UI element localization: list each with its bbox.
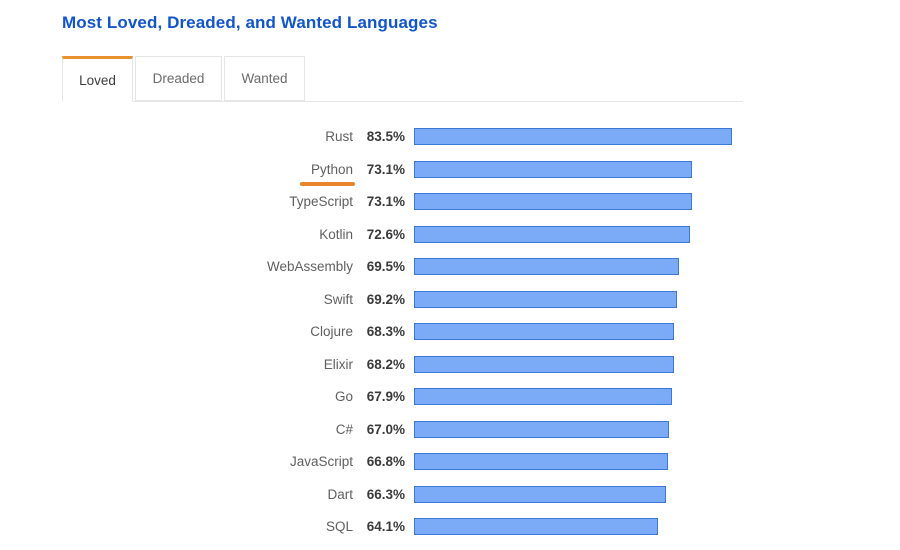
bar-value-label: 83.5% — [366, 129, 405, 144]
bar-row: Clojure 68.3% — [0, 317, 900, 347]
tab-dreaded[interactable]: Dreaded — [135, 56, 222, 101]
bar-row: SQL 64.1% — [0, 512, 900, 542]
bar-value-label: 67.0% — [366, 421, 405, 437]
tab-strip: Loved Dreaded Wanted — [62, 56, 743, 102]
bar — [414, 323, 675, 340]
bar-row: WebAssembly 69.5% — [0, 252, 900, 282]
bar-chart: Rust 83.5% Python 73.1% TypeScript 73.1% Kotli… — [0, 122, 900, 550]
bar — [414, 485, 667, 503]
tab-label: Loved — [79, 72, 116, 88]
tab-label: Dreaded — [152, 71, 205, 86]
page-title: Most Loved, Dreaded, and Wanted Language… — [62, 13, 438, 32]
bar-row: JavaScript 66.8% — [0, 447, 900, 477]
bar — [414, 388, 673, 405]
bar-value-label: 69.5% — [366, 259, 405, 274]
bar-row: Dart 66.3% — [0, 480, 900, 510]
bar-row: Elixir 68.2% — [0, 350, 900, 380]
bar-value-label: 64.1% — [366, 519, 405, 534]
bar-row: Python 73.1% — [0, 155, 900, 186]
bar-row: Swift 69.2% — [0, 285, 900, 315]
bar-row: C# 67.0% — [0, 415, 900, 445]
bar — [414, 420, 670, 438]
bar — [414, 225, 691, 243]
bar-value-label: 68.3% — [366, 324, 405, 339]
bar-row: Kotlin 72.6% — [0, 220, 900, 250]
bar-value-label: 72.6% — [366, 226, 405, 242]
bar-value-label: 69.2% — [366, 291, 405, 307]
bar-value-label: 68.2% — [366, 356, 405, 372]
bar — [414, 160, 693, 178]
bar-row: Rust 83.5% — [0, 122, 900, 152]
bar — [414, 290, 678, 308]
bar — [414, 355, 674, 373]
bar-value-label: 73.1% — [366, 194, 405, 209]
bar-row: Go 67.9% — [0, 382, 900, 412]
bar-value-label: 67.9% — [366, 389, 405, 404]
bar-value-label: 66.3% — [366, 486, 405, 502]
bar — [414, 453, 669, 470]
bar — [414, 193, 693, 210]
bar — [414, 258, 679, 275]
bar-row: TypeScript 73.1% — [0, 187, 900, 217]
category-highlight-underline — [300, 181, 355, 186]
tab-label: Wanted — [241, 71, 288, 86]
tab-wanted[interactable]: Wanted — [224, 56, 305, 101]
bar-value-label: 73.1% — [366, 161, 405, 177]
bar-value-label: 66.8% — [366, 454, 405, 469]
bar — [414, 128, 732, 145]
bar — [414, 518, 658, 535]
tab-loved[interactable]: Loved — [62, 56, 133, 102]
